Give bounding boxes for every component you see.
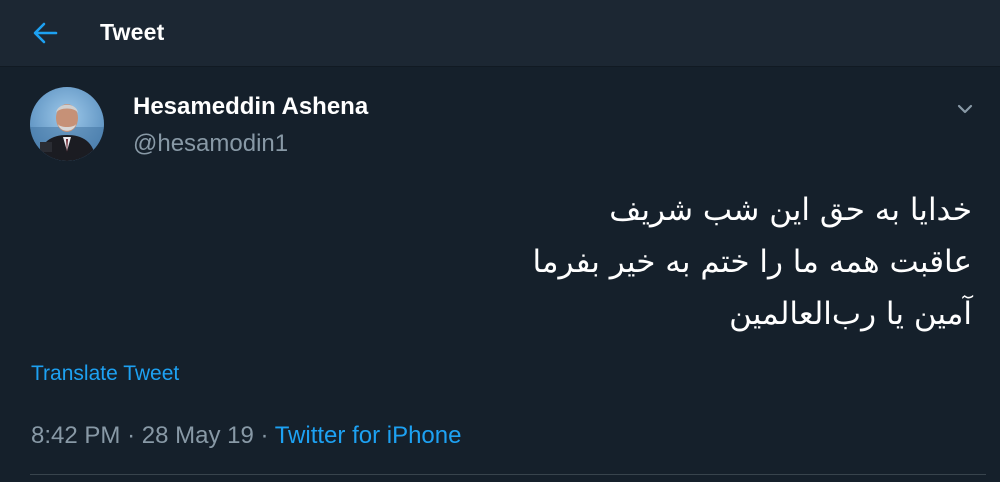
- arrow-left-icon: [33, 22, 58, 44]
- divider: [30, 474, 986, 475]
- tweet-text: خدایا به حق این شب شریف عاقبت همه ما را …: [372, 184, 972, 340]
- author-name[interactable]: Hesameddin Ashena: [133, 93, 368, 121]
- tweet-time: 8:42 PM: [31, 422, 121, 449]
- back-button[interactable]: [28, 17, 62, 49]
- avatar-photo: [30, 87, 104, 161]
- chevron-down-icon: [957, 104, 973, 114]
- top-bar: Tweet: [0, 0, 1000, 67]
- meta-separator: ·: [127, 422, 136, 449]
- meta-separator: ·: [260, 422, 269, 449]
- tweet-metadata: 8:42 PM · 28 May 19 · Twitter for iPhone: [31, 422, 461, 450]
- author-handle[interactable]: @hesamodin1: [133, 130, 288, 158]
- tweet-date: 28 May 19: [141, 422, 254, 449]
- page-title: Tweet: [100, 19, 165, 45]
- tweet-text-line: خدایا به حق این شب شریف: [609, 192, 972, 228]
- tweet-menu-button[interactable]: [952, 98, 978, 120]
- tweet-text-line: آمین یا رب‌العالمین: [729, 296, 972, 332]
- tweet-detail-screen: Tweet Hesameddin Ashena @hesamodin1 خدای…: [0, 0, 1000, 482]
- tweet-text-line: عاقبت همه ما را ختم به خیر بفرما: [532, 244, 972, 280]
- avatar[interactable]: [30, 87, 104, 161]
- tweet-source-link[interactable]: Twitter for iPhone: [275, 422, 462, 449]
- translate-tweet-link[interactable]: Translate Tweet: [31, 362, 179, 386]
